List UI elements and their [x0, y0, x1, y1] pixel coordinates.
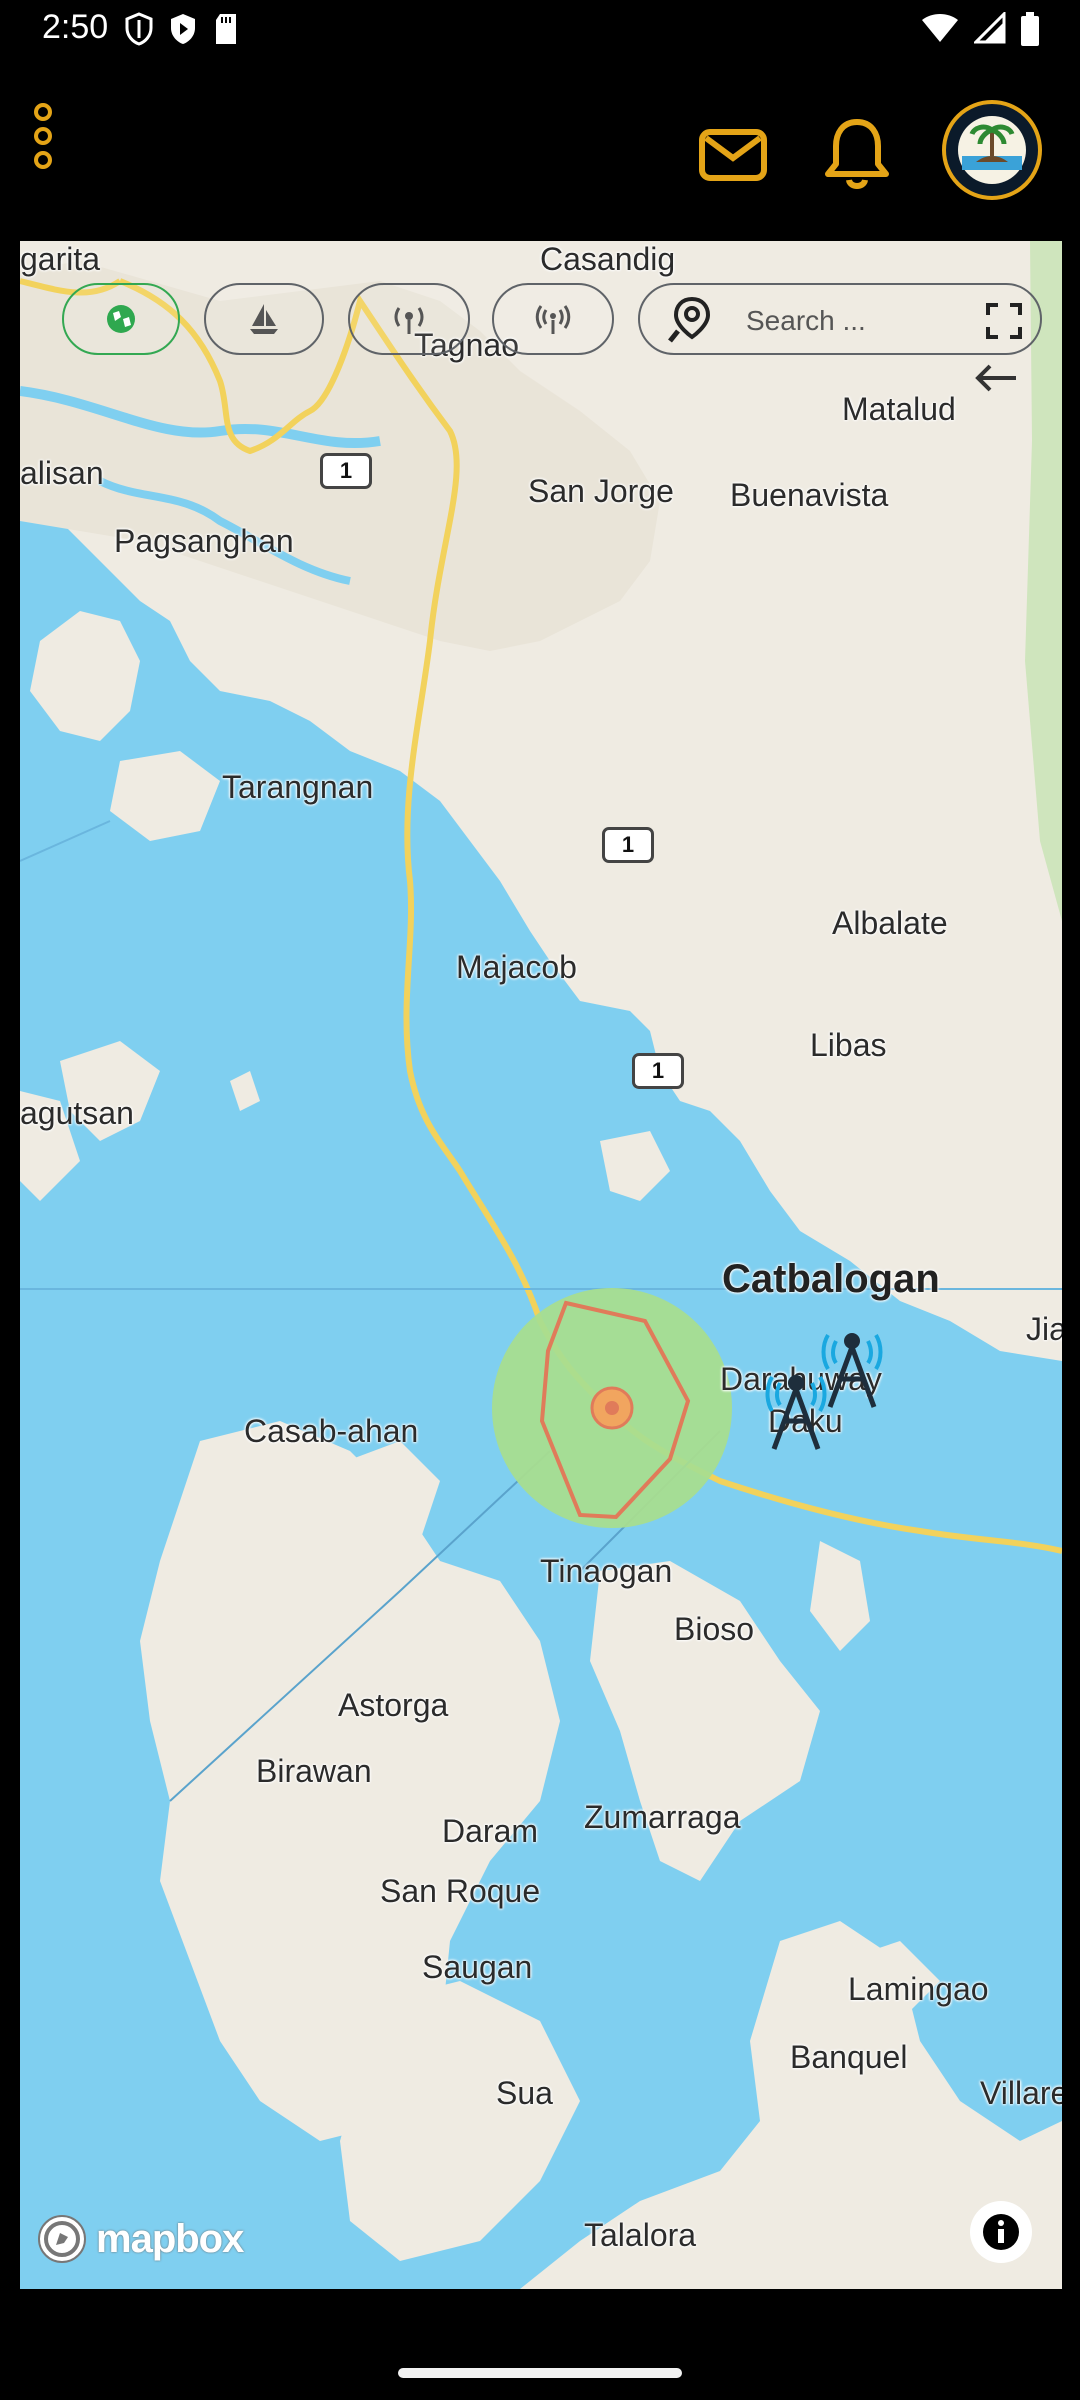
place-label: Talalora: [584, 2217, 697, 2253]
play-protect-icon: [171, 14, 195, 44]
cell-signal-icon: [974, 12, 1006, 44]
wifi-icon: [922, 14, 958, 42]
layer-toggle-towers[interactable]: [348, 283, 470, 355]
cell-tower-marker[interactable]: [756, 1359, 836, 1455]
antenna-icon: [394, 307, 424, 334]
place-label: Bioso: [674, 1611, 755, 1647]
bell-icon: [825, 119, 889, 189]
place-label: Tarangnan: [222, 769, 374, 805]
place-label: alisan: [20, 455, 104, 491]
sd-card-icon: [216, 14, 236, 44]
shield-icon: [125, 12, 153, 46]
place-label: Libas: [810, 1027, 887, 1063]
place-label: Astorga: [338, 1687, 449, 1723]
status-bar: 2:50: [0, 0, 1080, 64]
place-label: Casandig: [540, 241, 676, 277]
app-header: [0, 64, 1080, 240]
profile-avatar[interactable]: [942, 100, 1042, 200]
arrow-back-icon[interactable]: [974, 363, 1018, 393]
place-label: Banquel: [790, 2039, 908, 2075]
place-label: garita: [20, 241, 101, 277]
antenna-signal-icon: [535, 305, 571, 334]
place-label: Majacob: [456, 949, 577, 985]
home-indicator[interactable]: [398, 2368, 682, 2378]
info-icon: [983, 2214, 1019, 2250]
attribution-info-button[interactable]: [970, 2201, 1032, 2263]
mail-icon: [699, 129, 767, 181]
location-search-icon: [668, 296, 711, 343]
search-box[interactable]: Search ...: [638, 283, 1042, 355]
place-label: Matalud: [842, 391, 956, 427]
place-label: Albalate: [832, 905, 948, 941]
place-label: Daram: [442, 1813, 539, 1849]
municipal-seal-icon: [948, 106, 1036, 194]
messages-button[interactable]: [698, 120, 768, 190]
place-label: Zumarraga: [584, 1799, 741, 1835]
place-label: Villarea: [980, 2075, 1062, 2111]
place-label: Birawan: [256, 1753, 372, 1789]
layer-toggle-globe[interactable]: [62, 283, 180, 355]
status-right-icons: [920, 12, 1040, 46]
place-label: Buenavista: [730, 477, 889, 513]
layer-toggle-signal[interactable]: [492, 283, 614, 355]
mapbox-wordmark: mapbox: [96, 2216, 244, 2261]
more-menu-button[interactable]: [20, 90, 66, 186]
sailboat-icon: [250, 304, 278, 334]
mapbox-icon: [38, 2215, 86, 2263]
place-label: Lamingao: [848, 1971, 989, 2007]
place-label: agutsan: [20, 1095, 134, 1131]
more-vert-icon: [34, 103, 52, 169]
place-label: San Jorge: [528, 473, 674, 509]
place-label: Sua: [496, 2075, 553, 2111]
layer-toggle-vessels[interactable]: [204, 283, 324, 355]
search-placeholder: Search ...: [746, 305, 866, 336]
place-label: Jia: [1026, 1311, 1062, 1347]
place-label: Pagsanghan: [114, 523, 294, 559]
road-shield: 1: [602, 827, 654, 863]
place-label: San Roque: [380, 1873, 541, 1909]
place-label: Saugan: [422, 1949, 533, 1985]
status-left-icons: [124, 12, 240, 46]
globe-layer-icon: [107, 305, 135, 333]
map-view[interactable]: garita Casandig Tagnao Matalud alisan Sa…: [20, 241, 1062, 2289]
battery-icon: [1021, 12, 1039, 46]
fullscreen-icon[interactable]: [986, 303, 1022, 339]
road-shield: 1: [320, 453, 372, 489]
mapbox-logo[interactable]: mapbox: [36, 2213, 244, 2265]
place-label: Casab-ahan: [244, 1413, 419, 1449]
place-label-city: Catbalogan: [722, 1257, 940, 1301]
place-label: Tinaogan: [540, 1553, 673, 1589]
notifications-button[interactable]: [822, 114, 892, 194]
road-shield: 1: [632, 1053, 684, 1089]
status-time: 2:50: [42, 8, 109, 46]
